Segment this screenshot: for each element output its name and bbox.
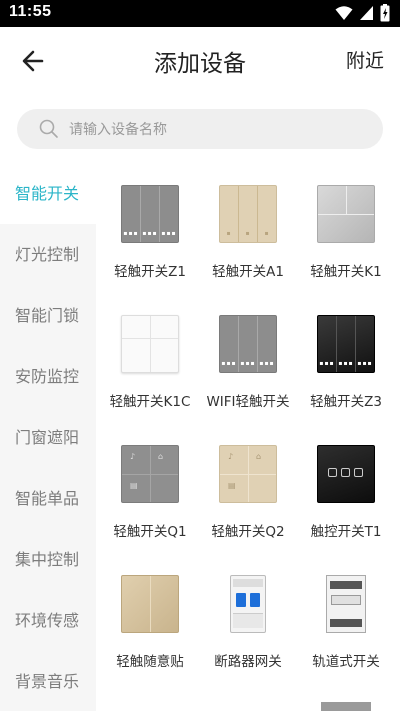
category-window-shading[interactable]: 门窗遮阳 xyxy=(0,407,96,468)
search-bar[interactable] xyxy=(17,109,383,149)
device-item[interactable]: 触控开关T1 xyxy=(294,423,398,548)
device-label: 轨道式开关 xyxy=(312,654,380,670)
battery-icon xyxy=(380,4,390,22)
gray-3gang-panel-icon: ▪▪▪ ▪▪▪ ▪▪▪ xyxy=(219,315,277,373)
gold-3gang-panel-icon: ▪ ▪ ▪ xyxy=(219,185,277,243)
white-4gang-panel-icon xyxy=(121,315,179,373)
device-label: 轻触开关K1 xyxy=(310,264,382,280)
category-sidebar: 智能开关 灯光控制 智能门锁 安防监控 门窗遮阳 智能单品 集中控制 环境传感 … xyxy=(0,163,96,711)
status-time: 11:55 xyxy=(9,3,52,20)
status-icons xyxy=(335,4,390,22)
silver-3gang-panel-icon xyxy=(317,185,375,243)
device-label: 轻触开关Z3 xyxy=(310,394,382,410)
category-background-music[interactable]: 背景音乐 xyxy=(0,651,96,712)
device-label: 触控开关T1 xyxy=(310,524,382,540)
device-grid: ▪▪▪ ▪▪▪ ▪▪▪ 轻触开关Z1 ▪ ▪ ▪ 轻触开关A1 轻触开关K1 轻触开关K… xyxy=(96,163,400,711)
gray-3gang-panel-icon: ▪▪▪ ▪▪▪ ▪▪▪ xyxy=(121,185,179,243)
din-rail-switch-icon xyxy=(321,575,371,633)
gray-scene-panel-icon: ♪ ⌂ ▤ xyxy=(121,445,179,503)
circuit-breaker-icon xyxy=(226,575,270,633)
status-bar: 11:55 xyxy=(0,0,400,27)
category-smart-lock[interactable]: 智能门锁 xyxy=(0,285,96,346)
gold-2gang-panel-icon xyxy=(121,575,179,633)
device-item[interactable]: ▪▪▪ ▪▪▪ ▪▪▪ 轻触开关Z3 xyxy=(294,293,398,418)
wifi-icon xyxy=(335,6,353,20)
nearby-button[interactable]: 附近 xyxy=(346,46,384,73)
search-input[interactable] xyxy=(67,117,371,143)
gold-scene-panel-icon: ♪ ⌂ ▤ xyxy=(219,445,277,503)
device-item[interactable]: 轨道式开关 xyxy=(294,553,398,678)
device-item[interactable]: 轻触开关K1 xyxy=(294,163,398,288)
signal-icon xyxy=(360,6,373,20)
black-3gang-panel-icon: ▪▪▪ ▪▪▪ ▪▪▪ xyxy=(317,315,375,373)
category-environment-sensing[interactable]: 环境传感 xyxy=(0,590,96,651)
category-smart-switch[interactable]: 智能开关 xyxy=(0,163,96,224)
device-thumbnail-partial xyxy=(321,702,371,711)
category-lighting-control[interactable]: 灯光控制 xyxy=(0,224,96,285)
black-touch-panel-icon xyxy=(317,445,375,503)
page-title: 添加设备 xyxy=(154,51,246,77)
search-icon xyxy=(39,119,58,138)
category-security-monitoring[interactable]: 安防监控 xyxy=(0,346,96,407)
app-header: 添加设备 附近 xyxy=(0,27,400,93)
category-smart-single-item[interactable]: 智能单品 xyxy=(0,468,96,529)
category-central-control[interactable]: 集中控制 xyxy=(0,529,96,590)
